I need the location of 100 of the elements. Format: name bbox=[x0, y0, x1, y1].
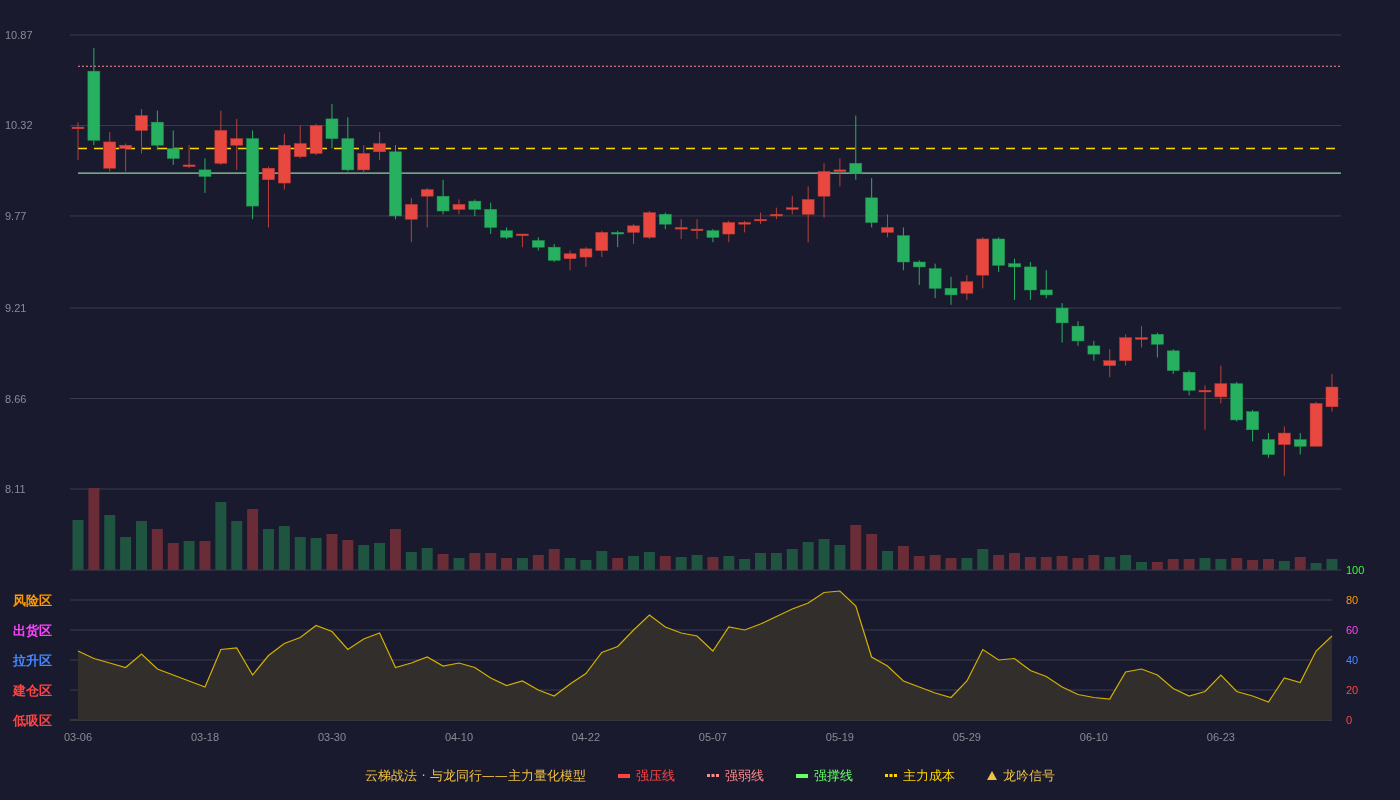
volume-bar bbox=[516, 558, 528, 570]
zone-label: 拉升区 bbox=[13, 653, 52, 668]
candlestick bbox=[1182, 370, 1196, 396]
volume-bar bbox=[231, 521, 243, 570]
candlestick bbox=[119, 143, 132, 173]
candlestick bbox=[500, 226, 513, 240]
volume-bar bbox=[866, 534, 878, 570]
candlestick bbox=[135, 108, 148, 154]
volume-bar bbox=[1167, 559, 1179, 570]
candlestick bbox=[659, 212, 672, 230]
candlestick bbox=[1071, 320, 1085, 347]
volume-bar bbox=[1120, 555, 1132, 570]
volume-bar bbox=[1088, 555, 1100, 570]
axis-label: 06-10 bbox=[1079, 731, 1108, 743]
volume-bar bbox=[1024, 557, 1036, 570]
volume-bar bbox=[167, 543, 179, 570]
candlestick bbox=[786, 195, 799, 215]
volume-bar bbox=[1294, 557, 1306, 570]
volume-bar bbox=[263, 529, 274, 570]
volume-bar bbox=[1072, 558, 1084, 570]
axis-label: 20 bbox=[1346, 684, 1359, 696]
volume-bar bbox=[929, 555, 941, 570]
candlestick bbox=[1293, 432, 1307, 455]
candlestick bbox=[278, 133, 291, 191]
candlestick bbox=[1055, 302, 1069, 344]
volume-bar bbox=[1056, 556, 1068, 570]
legend-item[interactable]: 强压线 bbox=[617, 766, 675, 785]
candlestick bbox=[960, 274, 974, 301]
candlestick bbox=[1309, 401, 1323, 447]
volume-bar bbox=[993, 555, 1005, 570]
axis-label: 9.77 bbox=[5, 209, 27, 222]
volume-bar bbox=[596, 551, 608, 570]
candlestick bbox=[563, 250, 577, 271]
candlestick bbox=[71, 121, 85, 161]
volume-bar bbox=[977, 549, 989, 570]
volume-bar bbox=[913, 556, 925, 570]
legend-item[interactable]: 龙吟信号 bbox=[986, 766, 1055, 785]
volume-bar bbox=[739, 559, 751, 570]
volume-bar bbox=[294, 537, 306, 570]
candlestick bbox=[452, 199, 466, 215]
volume-bar bbox=[389, 529, 401, 570]
volume-bar bbox=[453, 558, 465, 570]
axis-label: 03-06 bbox=[63, 731, 93, 743]
candlestick bbox=[1278, 426, 1291, 477]
volume-bar bbox=[215, 502, 227, 570]
candlestick bbox=[420, 187, 434, 228]
candlestick bbox=[405, 197, 418, 243]
candlestick bbox=[992, 236, 1005, 273]
candlestick bbox=[484, 202, 497, 235]
axis-label: 40 bbox=[1346, 654, 1359, 666]
volume-bar bbox=[1215, 559, 1227, 570]
candlestick bbox=[913, 259, 926, 286]
volume-bar bbox=[1183, 559, 1195, 570]
legend-item[interactable]: 强撑线 bbox=[795, 766, 853, 785]
candlestick bbox=[865, 177, 878, 228]
candlestick bbox=[897, 226, 910, 271]
axis-label: 100 bbox=[1346, 564, 1365, 576]
candlestick bbox=[1119, 333, 1132, 367]
candlestick bbox=[468, 199, 482, 217]
legend-item[interactable]: 强弱线 bbox=[706, 766, 764, 785]
axis-label: 05-07 bbox=[698, 731, 727, 743]
axis-label: 10.32 bbox=[5, 119, 33, 132]
candlestick bbox=[436, 179, 450, 215]
volume-bar bbox=[707, 557, 719, 570]
volume-bar bbox=[1310, 563, 1322, 570]
volume-bar bbox=[72, 520, 84, 570]
candlestick bbox=[357, 144, 370, 174]
volume-bar bbox=[374, 543, 386, 570]
candlestick bbox=[1214, 365, 1228, 404]
legend-item[interactable]: 主力成本 bbox=[884, 766, 955, 785]
volume-bar bbox=[1247, 560, 1259, 570]
volume-bar bbox=[358, 545, 370, 570]
candlestick bbox=[706, 228, 720, 243]
candlestick bbox=[1262, 432, 1275, 459]
volume-bar bbox=[437, 554, 449, 570]
volume-bar bbox=[326, 534, 338, 570]
zone-label: 出货区 bbox=[13, 623, 52, 638]
candlestick bbox=[293, 124, 307, 159]
volume-bar bbox=[405, 552, 417, 570]
candlestick bbox=[801, 185, 815, 243]
volume-bar bbox=[104, 515, 116, 570]
volume-bar bbox=[723, 556, 735, 570]
volume-bar bbox=[628, 556, 640, 570]
axis-label: 05-19 bbox=[825, 731, 854, 743]
volume-bar bbox=[120, 537, 132, 570]
axis-label: 80 bbox=[1346, 594, 1359, 606]
volume-bar bbox=[850, 525, 862, 570]
candlestick bbox=[262, 166, 275, 228]
candlestick bbox=[516, 233, 529, 248]
candlestick bbox=[341, 116, 355, 173]
volume-bar bbox=[485, 553, 497, 570]
volume-bar bbox=[1278, 561, 1290, 570]
volume-bar bbox=[818, 539, 830, 570]
candlestick bbox=[643, 210, 656, 240]
candlestick bbox=[944, 276, 958, 306]
volume-bar bbox=[136, 521, 147, 570]
candlestick bbox=[182, 144, 196, 169]
zone-label: 低吸区 bbox=[13, 713, 52, 728]
candlestick bbox=[1325, 373, 1339, 413]
volume-bar bbox=[691, 555, 703, 570]
